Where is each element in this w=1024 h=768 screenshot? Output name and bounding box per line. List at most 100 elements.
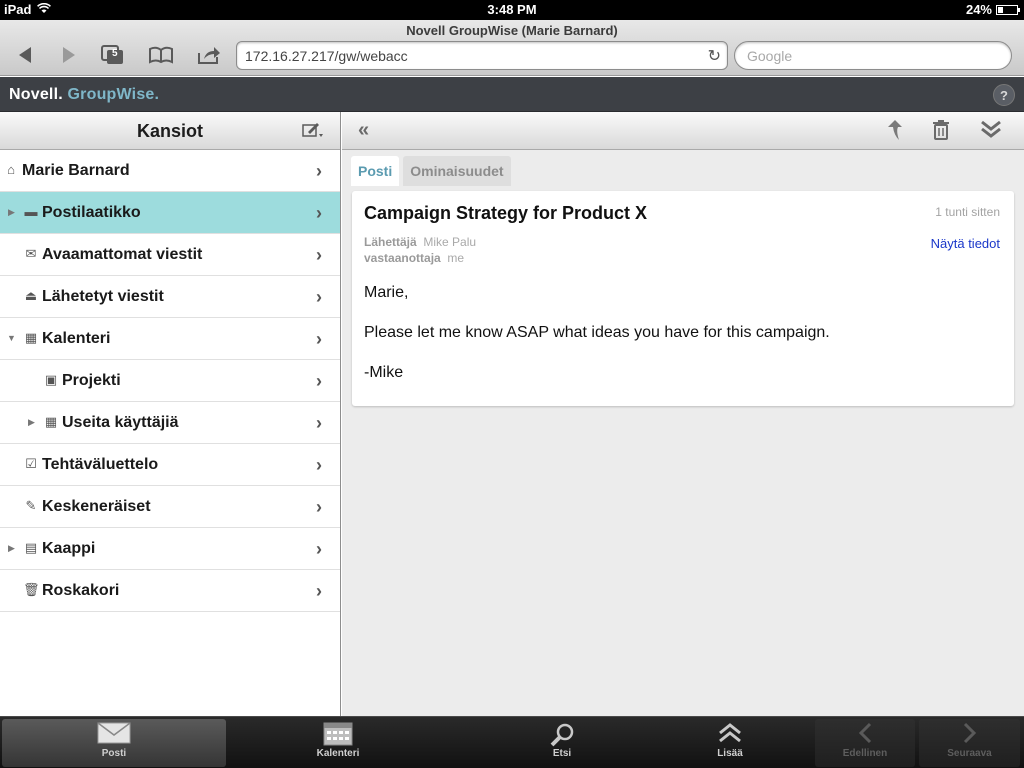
from-value: Mike Palu — [423, 235, 477, 249]
cabinet-icon: ▤ — [24, 540, 38, 555]
brand-groupwise: GroupWise. — [67, 86, 160, 103]
tabbar-seuraava[interactable]: Seuraava — [919, 719, 1020, 767]
compose-icon — [302, 123, 323, 137]
chevron-right-icon: › — [316, 329, 322, 349]
folder-label: Tehtäväluettelo — [42, 456, 159, 473]
folder-item-postilaatikko[interactable]: ▶ ▬ Postilaatikko › — [0, 192, 340, 234]
bookmarks-button[interactable] — [146, 44, 176, 66]
tabbar-etsi[interactable]: Etsi — [450, 719, 674, 767]
reply-button[interactable] — [886, 119, 904, 147]
chevron-right-icon: › — [316, 539, 322, 559]
help-button[interactable]: ? — [993, 84, 1015, 106]
battery-percent: 24% — [965, 2, 992, 17]
message-toolbar: « — [342, 112, 1024, 150]
show-details-link[interactable]: Näytä tiedot — [931, 236, 1000, 251]
tabbar-label: Lisää — [717, 748, 743, 759]
body-line: -Mike — [364, 364, 404, 381]
to-value: me — [447, 251, 465, 265]
book-icon — [149, 46, 173, 64]
folder-item-projekti[interactable]: ▣ Projekti › — [0, 360, 340, 402]
share-icon — [198, 47, 220, 64]
sidebar-title: Kansiot — [136, 121, 203, 141]
to-label: vastaanottaja — [364, 251, 441, 265]
tab-ominaisuudet[interactable]: Ominaisuudet — [403, 156, 511, 186]
trash-icon — [933, 120, 949, 140]
search-input[interactable]: Google — [734, 41, 1012, 70]
folder-label: Avaamattomat viestit — [42, 246, 203, 263]
folder-label: Keskeneräiset — [42, 498, 151, 515]
folder-item-lahetetyt[interactable]: ⏏ Lähetetyt viestit › — [0, 276, 340, 318]
folder-item-tehtavaluettelo[interactable]: ☑ Tehtäväluettelo › — [0, 444, 340, 486]
message-timestamp: 1 tunti sitten — [935, 205, 1000, 219]
tabbar-label: Kalenteri — [316, 748, 360, 759]
browser-toolbar: Novell GroupWise (Marie Barnard) 5 172.1… — [0, 20, 1024, 76]
calendar-icon: ▦ — [44, 414, 58, 429]
trash-icon: 🗑 — [23, 582, 40, 597]
folder-label: Postilaatikko — [42, 204, 141, 221]
next-icon — [919, 722, 1020, 748]
expand-triangle-icon[interactable]: ▶ — [28, 417, 35, 428]
delete-button[interactable] — [932, 119, 950, 147]
double-chevron-down-icon — [981, 120, 1001, 138]
tab-posti[interactable]: Posti — [351, 156, 400, 186]
message-tabs: Posti Ominaisuudet — [351, 156, 511, 186]
folder-item-keskeneraiset[interactable]: ✎ Keskeneräiset › — [0, 486, 340, 528]
tabbar-posti[interactable]: Posti — [2, 719, 226, 767]
tabbar-kalenteri[interactable]: Kalenteri — [226, 719, 450, 767]
folder-item-kalenteri[interactable]: ▼ ▦ Kalenteri › — [0, 318, 340, 360]
from-label: Lähettäjä — [364, 235, 417, 249]
expand-triangle-icon[interactable]: ▶ — [8, 543, 15, 554]
folder-sidebar: Kansiot ⌂ Marie Barnard › ▶ ▬ Postilaati… — [0, 112, 341, 716]
expand-triangle-icon[interactable]: ▶ — [8, 207, 15, 218]
reload-icon[interactable]: ↻ — [708, 46, 721, 66]
calendar-icon — [226, 722, 450, 748]
folder-label: Kaappi — [42, 540, 96, 557]
chevron-right-icon: › — [316, 581, 322, 601]
chevron-right-icon: › — [316, 287, 322, 307]
folder-item-marie-barnard[interactable]: ⌂ Marie Barnard › — [0, 150, 340, 192]
sent-icon: ⏏ — [24, 288, 38, 303]
tabbar-label: Posti — [101, 748, 127, 759]
folder-item-useita-kayttajia[interactable]: ▶ ▦ Useita käyttäjiä › — [0, 402, 340, 444]
recipient-row: vastaanottaja me — [364, 251, 464, 265]
message-card: Campaign Strategy for Product X 1 tunti … — [352, 191, 1014, 406]
collapse-triangle-icon[interactable]: ▼ — [7, 333, 16, 343]
calendar-icon: ▦ — [24, 330, 38, 345]
tabbar-label: Etsi — [552, 748, 572, 759]
back-arrow-icon — [19, 47, 31, 63]
folder-item-roskakori[interactable]: 🗑 Roskakori › — [0, 570, 340, 612]
expand-down-button[interactable] — [980, 119, 1002, 145]
message-pane: « Posti Ominaisuudet Campaign Strategy f… — [342, 112, 1024, 716]
page-title: Novell GroupWise (Marie Barnard) — [406, 23, 618, 38]
brand-logo: Novell. GroupWise. — [9, 86, 159, 104]
brand-novell: Novell. — [9, 86, 63, 103]
folder-item-avaamattomat[interactable]: ✉ Avaamattomat viestit › — [0, 234, 340, 276]
compose-button[interactable] — [302, 120, 324, 143]
url-text: 172.16.27.217/gw/webacc — [245, 48, 408, 64]
chevron-right-icon: › — [316, 161, 322, 181]
address-bar[interactable]: 172.16.27.217/gw/webacc ↻ — [236, 41, 728, 70]
forward-button[interactable] — [54, 44, 84, 66]
folder-item-kaappi[interactable]: ▶ ▤ Kaappi › — [0, 528, 340, 570]
app-header: Novell. GroupWise. ? — [0, 77, 1024, 112]
chevron-right-icon: › — [316, 203, 322, 223]
tabbar-lisaa[interactable]: Lisää — [674, 719, 786, 767]
tabbar-edellinen[interactable]: Edellinen — [815, 719, 915, 767]
back-button[interactable] — [10, 44, 40, 66]
draft-icon: ✎ — [25, 498, 37, 513]
message-subject: Campaign Strategy for Product X — [364, 203, 648, 223]
tabs-count: 5 — [112, 48, 118, 59]
more-icon — [674, 722, 786, 748]
collapse-sidebar-icon[interactable]: « — [358, 119, 369, 142]
tabbar-label: Edellinen — [842, 748, 888, 759]
sidebar-header: Kansiot — [0, 112, 340, 150]
checklist-icon: ☑ — [25, 456, 37, 471]
mail-icon — [2, 722, 226, 748]
battery-icon — [996, 4, 1020, 15]
body-line: Marie, — [364, 284, 409, 301]
share-button[interactable] — [194, 44, 224, 66]
folder-label: Roskakori — [42, 582, 120, 599]
reply-icon — [888, 120, 902, 140]
clock: 3:48 PM — [487, 2, 537, 17]
tabs-button[interactable]: 5 — [98, 44, 128, 66]
